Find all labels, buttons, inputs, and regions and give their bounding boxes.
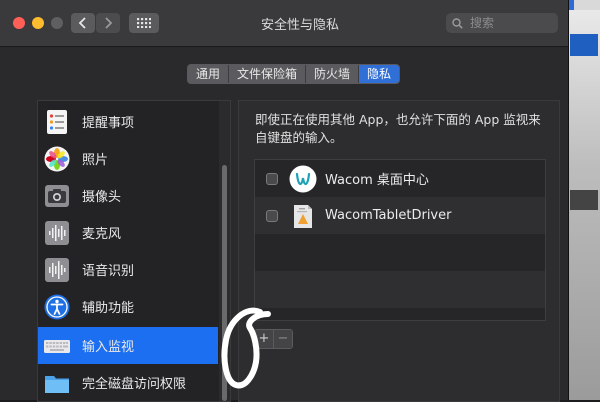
chevron-left-icon xyxy=(78,17,86,29)
app-row-wacom-center[interactable]: Wacom 桌面中心 xyxy=(255,160,545,197)
reminders-icon xyxy=(47,109,67,134)
tab-filevault[interactable]: 文件保险箱 xyxy=(229,65,307,83)
tab-privacy[interactable]: 隐私 xyxy=(359,65,400,83)
back-button[interactable] xyxy=(71,13,95,33)
sidebar-item-microphone[interactable]: 麦克风 xyxy=(38,214,218,251)
sidebar-item-label: 输入监视 xyxy=(82,340,135,355)
sidebar-scrollbar[interactable] xyxy=(222,165,227,401)
app-name: WacomTabletDriver xyxy=(325,208,452,223)
wacom-icon xyxy=(289,165,317,192)
sidebar-item-label: 摄像头 xyxy=(82,190,122,205)
grid-icon xyxy=(137,18,151,28)
show-all-button[interactable] xyxy=(129,13,159,33)
remove-app-button[interactable]: − xyxy=(273,330,292,348)
sidebar-item-full-disk-access[interactable]: 完全磁盘访问权限 xyxy=(38,364,218,401)
sidebar-item-label: 提醒事项 xyxy=(82,116,135,131)
app-checkbox[interactable] xyxy=(266,209,278,222)
search-input[interactable] xyxy=(468,15,552,31)
sidebar-item-camera[interactable]: 摄像头 xyxy=(38,177,218,214)
speech-recognition-icon xyxy=(45,257,69,282)
privacy-category-list: 提醒事项 照片 摄像头 麦克风 语音识别 辅助功能 输入监视 完全磁盘访问权限 xyxy=(37,100,231,402)
background-dark-block xyxy=(570,190,598,210)
app-list: Wacom 桌面中心 WacomTabletDriver xyxy=(254,159,546,321)
chevron-right-icon xyxy=(105,17,113,29)
folder-icon xyxy=(45,375,69,393)
sidebar-item-label: 辅助功能 xyxy=(82,301,135,316)
input-monitoring-panel: 即使正在使用其他 App，也允许下面的 App 监视来自键盘的输入。 Wacom… xyxy=(238,100,560,402)
app-checkbox[interactable] xyxy=(266,172,278,185)
minimize-window-button[interactable] xyxy=(32,17,44,29)
add-remove-controls: + − xyxy=(254,329,293,349)
app-row-wacom-driver[interactable]: WacomTabletDriver xyxy=(255,197,545,234)
sidebar-item-label: 麦克风 xyxy=(82,227,122,242)
sidebar-item-speech-recognition[interactable]: 语音识别 xyxy=(38,251,218,288)
add-app-button[interactable]: + xyxy=(255,330,273,348)
zoom-window-button[interactable] xyxy=(51,17,63,29)
app-name: Wacom 桌面中心 xyxy=(325,173,429,188)
sidebar-item-label: 照片 xyxy=(82,153,109,168)
tab-bar: 通用 文件保险箱 防火墙 隐私 xyxy=(187,64,401,84)
search-icon xyxy=(452,17,463,29)
accessibility-icon xyxy=(44,294,70,319)
forward-button[interactable] xyxy=(96,13,120,33)
sidebar-item-photos[interactable]: 照片 xyxy=(38,140,218,177)
list-item xyxy=(255,271,545,308)
photos-icon xyxy=(44,146,70,171)
tab-general[interactable]: 通用 xyxy=(188,65,230,83)
sidebar-item-accessibility[interactable]: 辅助功能 xyxy=(38,288,218,325)
search-field[interactable] xyxy=(446,13,558,33)
sidebar-item-input-monitoring[interactable]: 输入监视 xyxy=(38,327,218,364)
tablet-driver-icon xyxy=(294,204,312,228)
panel-description: 即使正在使用其他 App，也允许下面的 App 监视来自键盘的输入。 xyxy=(255,112,541,145)
keyboard-icon xyxy=(44,339,70,353)
preferences-window: 安全性与隐私 通用 文件保险箱 防火墙 隐私 提醒事项 xyxy=(0,0,569,402)
title-bar: 安全性与隐私 xyxy=(0,0,568,47)
microphone-icon xyxy=(45,220,69,245)
sidebar-item-label: 语音识别 xyxy=(82,264,135,279)
close-window-button[interactable] xyxy=(13,17,25,29)
tab-firewall[interactable]: 防火墙 xyxy=(306,65,360,83)
camera-icon xyxy=(45,184,69,207)
background-window-edge xyxy=(568,10,600,400)
sidebar-item-label: 完全磁盘访问权限 xyxy=(82,377,187,392)
background-blue-block xyxy=(570,34,598,56)
sidebar-item-reminders[interactable]: 提醒事项 xyxy=(38,103,218,140)
list-item xyxy=(255,234,545,271)
window-title: 安全性与隐私 xyxy=(260,18,339,33)
